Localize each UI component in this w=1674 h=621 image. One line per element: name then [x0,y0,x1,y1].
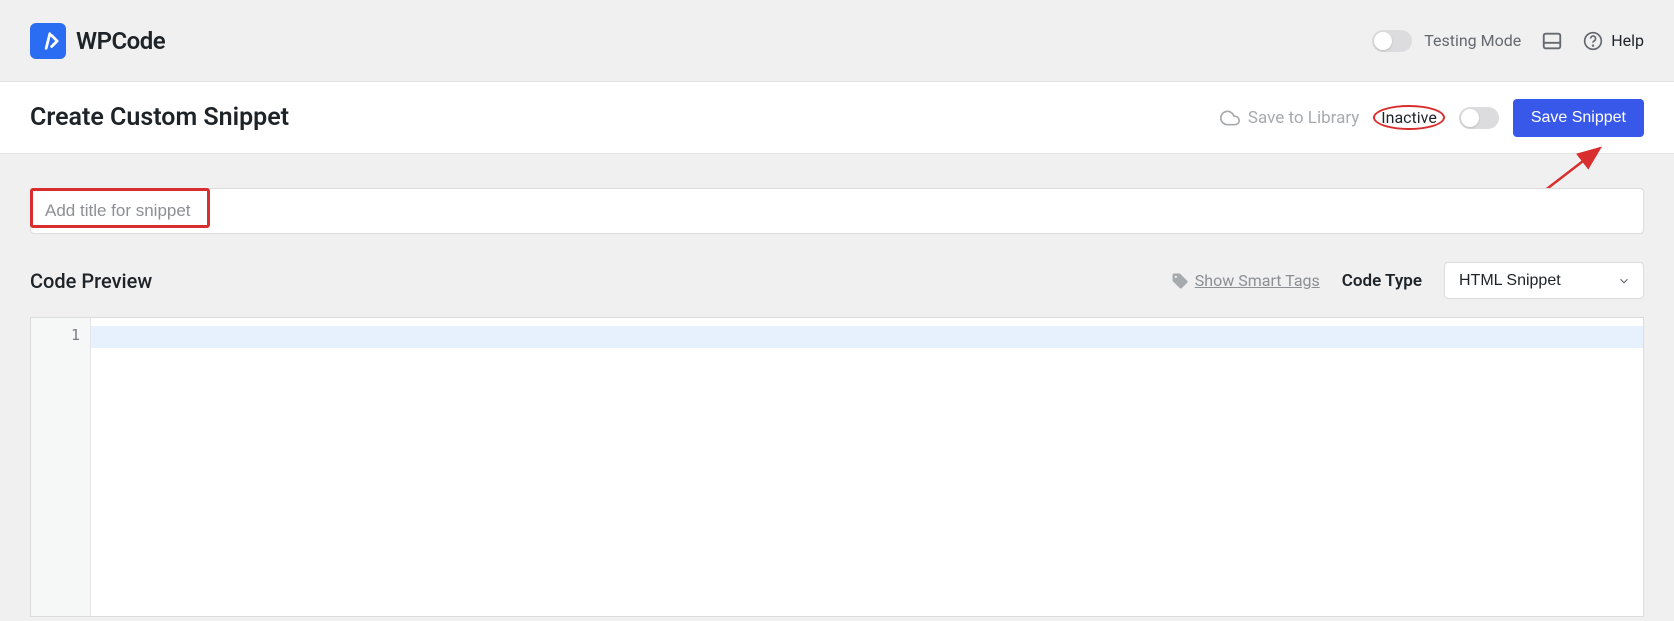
brand-name: WPCode [76,27,165,55]
title-input-wrap [0,154,1674,252]
show-smart-tags-link[interactable]: Show Smart Tags [1171,271,1320,290]
status-label: Inactive [1381,108,1437,127]
testing-mode-group: Testing Mode [1372,30,1521,52]
tag-icon [1171,272,1189,290]
code-preview-title: Code Preview [30,269,152,293]
action-bar: Create Custom Snippet Save to Library In… [0,82,1674,154]
cloud-icon [1220,108,1240,128]
editor-gutter: 1 [31,318,91,616]
wpcode-logo-icon [30,23,66,59]
line-number: 1 [31,326,80,344]
preview-header: Code Preview Show Smart Tags Code Type H… [0,252,1674,317]
save-to-library-button[interactable]: Save to Library [1220,108,1359,128]
top-header: WPCode Testing Mode Help [0,0,1674,82]
preview-controls: Show Smart Tags Code Type HTML Snippet [1171,262,1644,299]
editor-content[interactable] [91,318,1643,616]
snippet-title-input[interactable] [30,188,1644,234]
testing-mode-toggle[interactable] [1372,30,1412,52]
brand-logo: WPCode [30,23,165,59]
actions-group: Save to Library Inactive Save Snippet [1220,99,1644,137]
notifications-icon[interactable] [1541,30,1563,52]
code-type-select[interactable]: HTML Snippet [1444,262,1644,299]
testing-mode-label: Testing Mode [1424,31,1521,50]
active-line-highlight [91,326,1643,348]
status-annotation-ring: Inactive [1373,105,1445,130]
code-editor[interactable]: 1 [30,317,1644,617]
status-toggle[interactable] [1459,107,1499,129]
save-snippet-button[interactable]: Save Snippet [1513,99,1644,137]
help-button[interactable]: Help [1583,31,1644,51]
help-label: Help [1611,31,1644,50]
smart-tags-label: Show Smart Tags [1195,271,1320,290]
save-to-library-label: Save to Library [1248,108,1359,128]
code-type-label: Code Type [1342,271,1422,291]
top-right-group: Testing Mode Help [1372,30,1644,52]
page-title: Create Custom Snippet [30,103,289,132]
